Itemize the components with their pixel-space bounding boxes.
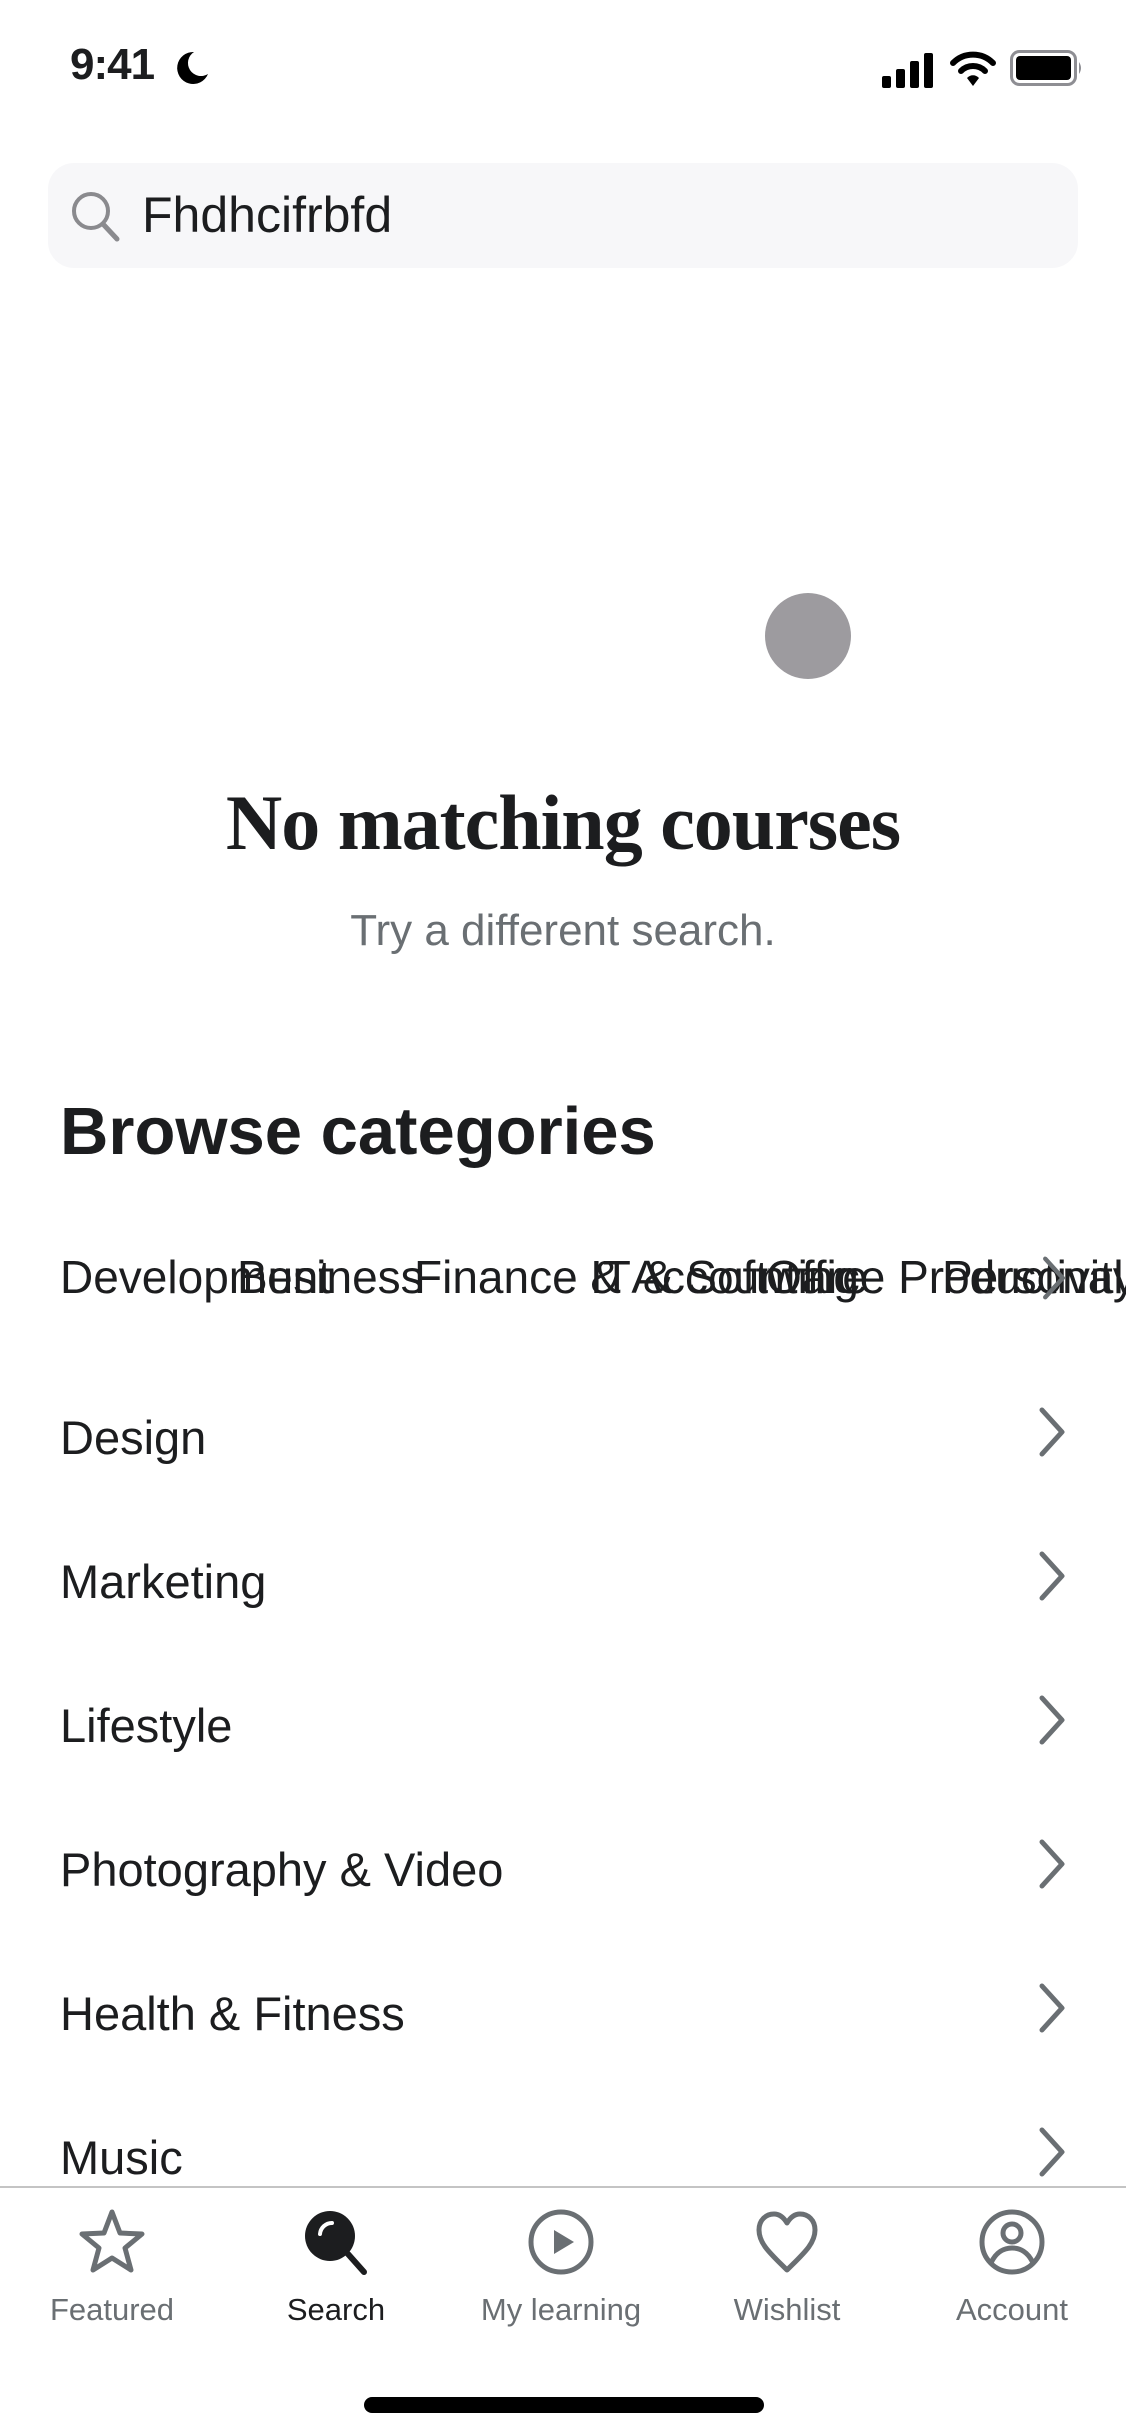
tab-label: My learning — [480, 2292, 642, 2327]
chevron-right-icon — [1039, 1983, 1065, 2033]
search-icon — [305, 2211, 367, 2275]
category-label: Music — [60, 2131, 183, 2184]
chevron-right-icon — [1039, 1695, 1065, 1745]
category-row[interactable]: Health & Fitness — [0, 1942, 1126, 2086]
chevron-right-icon — [1043, 1256, 1065, 1300]
wifi-icon — [950, 51, 996, 86]
category-row[interactable]: Photography & Video — [0, 1798, 1126, 1942]
chevron-right-icon — [1039, 1551, 1065, 1601]
category-row[interactable]: Marketing — [0, 1510, 1126, 1654]
status-time: 9:41 — [70, 40, 155, 89]
tab-label: Featured — [49, 2292, 175, 2327]
tab-label: Search — [286, 2292, 386, 2327]
star-icon — [79, 2209, 145, 2273]
tab-search[interactable]: Search — [226, 2188, 446, 2338]
empty-state-subtitle: Try a different search. — [350, 906, 776, 955]
home-indicator — [364, 2397, 764, 2413]
empty-state-title: No matching courses — [225, 779, 901, 866]
play-circle-icon — [528, 2209, 594, 2275]
category-label: Health & Fitness — [60, 1987, 405, 2040]
category-label: Design — [60, 1411, 207, 1464]
browse-categories-heading: Browse categories — [60, 1094, 656, 1169]
category-label: Photography & Video — [60, 1843, 504, 1896]
tab-account[interactable]: Account — [902, 2188, 1122, 2338]
search-input[interactable] — [142, 180, 1022, 250]
tab-label: Account — [955, 2292, 1068, 2327]
chevron-right-icon — [1039, 2127, 1065, 2177]
heart-icon — [756, 2211, 818, 2273]
chevron-right-icon — [1039, 1407, 1065, 1457]
tab-featured[interactable]: Featured — [2, 2188, 222, 2338]
tab-my-learning[interactable]: My learning — [451, 2188, 671, 2338]
account-icon — [979, 2209, 1045, 2275]
tab-label: Wishlist — [733, 2292, 841, 2327]
category-row[interactable]: Lifestyle — [0, 1654, 1126, 1798]
category-label: Lifestyle — [60, 1699, 233, 1752]
battery-icon — [1010, 50, 1081, 86]
category-item[interactable]: Personal Development — [942, 1250, 1126, 1304]
moon-icon — [177, 51, 208, 84]
chevron-right-icon — [1039, 1839, 1065, 1889]
signal-icon — [882, 53, 933, 88]
loading-indicator — [765, 593, 851, 679]
search-icon — [72, 192, 120, 242]
category-label: Marketing — [60, 1555, 267, 1608]
category-row[interactable]: Design — [0, 1366, 1126, 1510]
tab-wishlist[interactable]: Wishlist — [677, 2188, 897, 2338]
category-item[interactable]: Business — [237, 1250, 424, 1304]
